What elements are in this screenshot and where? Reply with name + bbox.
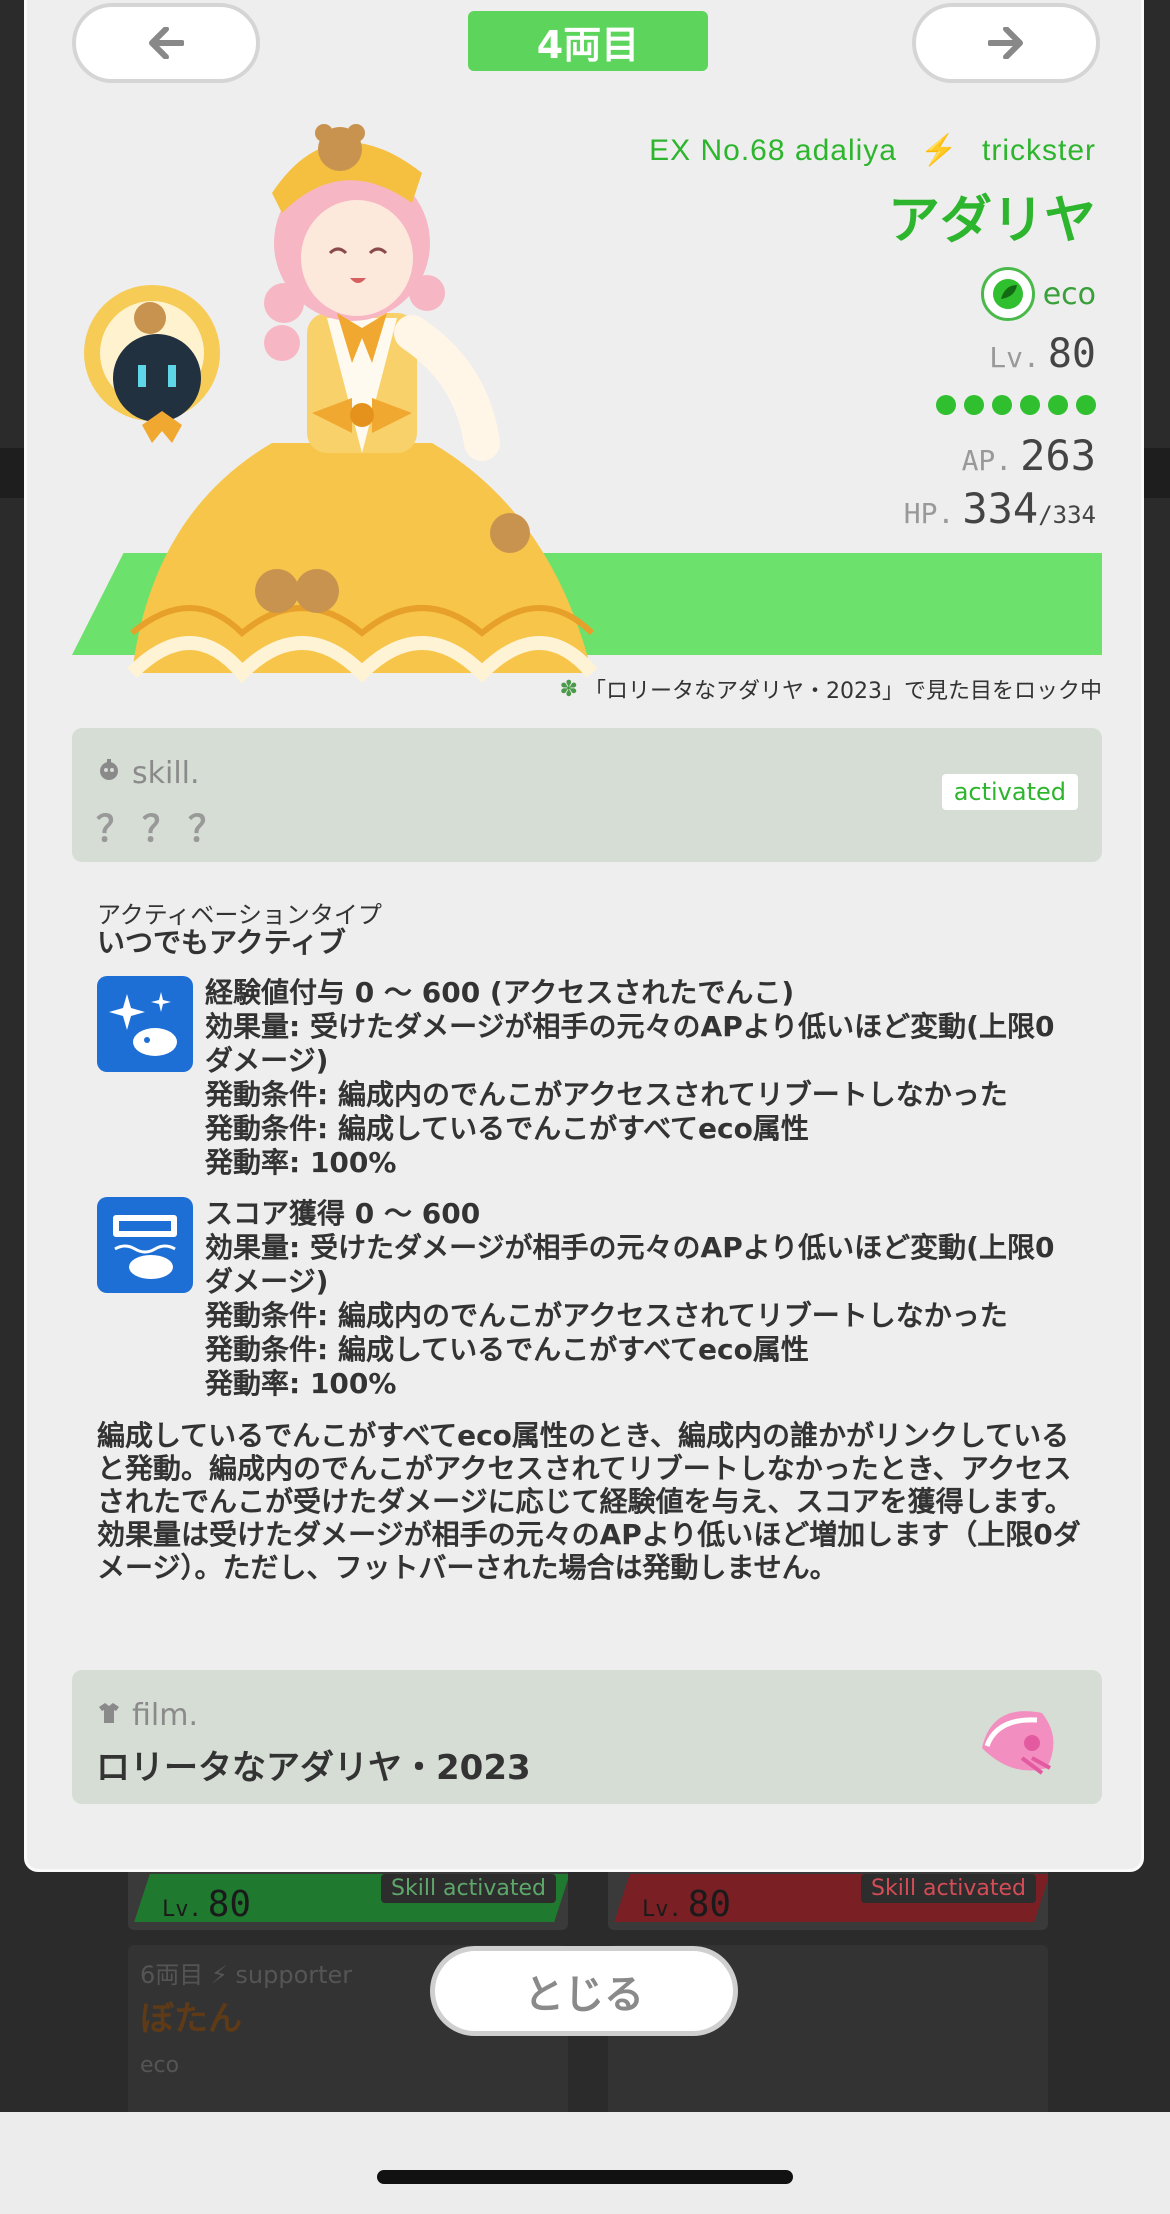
skill-title: skill. xyxy=(96,756,200,791)
background-card-3-header: 6両目 ⚡ supporter xyxy=(140,1961,353,1989)
rank-dot xyxy=(964,395,984,415)
character-ex-line: EX No.68 adaliya ⚡ trickster xyxy=(649,133,1096,168)
appearance-lock-note: ✽ 「ロリータなアダリヤ・2023」で見た目をロック中 xyxy=(559,676,1102,705)
arrow-left-icon xyxy=(149,27,184,59)
film-name: ロリータなアダリヤ・2023 xyxy=(96,1748,531,1788)
background-card-skill-badge: Skill activated xyxy=(381,1874,556,1903)
skill-status-badge: activated xyxy=(941,774,1078,810)
background-card-level: Lv. 80 xyxy=(162,1884,252,1925)
skill-box[interactable]: skill. ？？？ activated xyxy=(72,728,1102,862)
skill-description: 編成しているでんこがすべてeco属性のとき、編成内の誰かがリンクしていると発動。… xyxy=(97,1419,1081,1584)
attribute-row: eco xyxy=(649,267,1096,321)
effect-line: 効果量: 受けたダメージが相手の元々のAPより低いほど変動(上限0ダメージ) xyxy=(205,1010,1055,1077)
eco-leaf-icon xyxy=(980,267,1035,321)
skill-effect: 経験値付与 0 〜 600 (アクセスされたでんこ) 効果量: 受けたダメージが… xyxy=(97,976,1107,1179)
effect-line: 発動率: 100% xyxy=(205,1146,397,1179)
rank-dot xyxy=(1048,395,1068,415)
background-card-3-attr: eco xyxy=(140,2053,180,2078)
effect-lines: 経験値付与 0 〜 600 (アクセスされたでんこ) 効果量: 受けたダメージが… xyxy=(205,976,1065,1180)
film-icon xyxy=(96,1698,122,1733)
score-gauge-icon xyxy=(97,1197,193,1293)
character-stats: EX No.68 adaliya ⚡ trickster アダリヤ eco Lv… xyxy=(649,133,1096,533)
rank-dot xyxy=(936,395,956,415)
rank-dot xyxy=(1076,395,1096,415)
background-card-level: Lv. 80 xyxy=(642,1884,732,1925)
character-ap: AP. 263 xyxy=(961,431,1096,480)
character-hp: HP. 334/334 xyxy=(903,484,1096,533)
effect-line: スコア獲得 0 〜 600 xyxy=(205,1197,481,1230)
activation-type: いつでもアクティブ xyxy=(97,926,346,959)
effect-line: 経験値付与 0 〜 600 (アクセスされたでんこ) xyxy=(205,976,795,1009)
previous-character-button[interactable] xyxy=(72,3,260,83)
home-indicator[interactable] xyxy=(377,2170,793,2184)
lightning-icon: ⚡ xyxy=(920,134,959,167)
background-card-3-name: ぼたん xyxy=(140,1999,242,2039)
effect-line: 発動率: 100% xyxy=(205,1367,397,1400)
effect-lines: スコア獲得 0 〜 600 効果量: 受けたダメージが相手の元々のAPより低いほ… xyxy=(205,1197,1065,1401)
home-area xyxy=(0,2112,1170,2214)
character-detail-modal: 4両目 EX No.68 adaliya ⚡ trickster アダリヤ ec… xyxy=(24,0,1144,1872)
arrow-right-icon xyxy=(988,27,1023,59)
rank-dot xyxy=(1020,395,1040,415)
character-hero: EX No.68 adaliya ⚡ trickster アダリヤ eco Lv… xyxy=(72,113,1102,713)
rank-dot xyxy=(992,395,1012,415)
effect-line: 発動条件: 編成しているでんこがすべてeco属性 xyxy=(205,1112,809,1145)
character-illustration xyxy=(84,124,598,684)
character-name: アダリヤ xyxy=(887,191,1096,251)
effect-line: 効果量: 受けたダメージが相手の元々のAPより低いほど変動(上限0ダメージ) xyxy=(205,1231,1055,1298)
film-lock-icon: ✽ xyxy=(559,676,578,702)
next-character-button[interactable] xyxy=(912,3,1100,83)
film-bonnet-thumbnail xyxy=(982,1711,1054,1775)
effect-line: 発動条件: 編成内のでんこがアクセスされてリブートしなかった xyxy=(205,1299,1008,1332)
attribute-label: eco xyxy=(1042,276,1096,312)
ex-number: EX No.68 adaliya xyxy=(649,134,897,167)
background-card-skill-badge: Skill activated xyxy=(861,1874,1036,1903)
skill-icon xyxy=(96,756,122,791)
effect-line: 発動条件: 編成しているでんこがすべてeco属性 xyxy=(205,1333,809,1366)
character-role: trickster xyxy=(982,134,1096,167)
effect-line: 発動条件: 編成内のでんこがアクセスされてリブートしなかった xyxy=(205,1078,1008,1111)
rank-dots xyxy=(649,395,1096,415)
skill-name: ？？？ xyxy=(96,809,235,850)
character-level: Lv. 80 xyxy=(989,331,1096,377)
film-title: film. xyxy=(96,1698,198,1733)
skill-effect: スコア獲得 0 〜 600 効果量: 受けたダメージが相手の元々のAPより低いほ… xyxy=(97,1197,1107,1400)
close-button[interactable]: とじる xyxy=(430,1946,738,2036)
film-box[interactable]: film. ロリータなアダリヤ・2023 xyxy=(72,1670,1102,1804)
exp-sparkle-icon xyxy=(97,976,193,1072)
car-number-label: 4両目 xyxy=(468,11,708,71)
